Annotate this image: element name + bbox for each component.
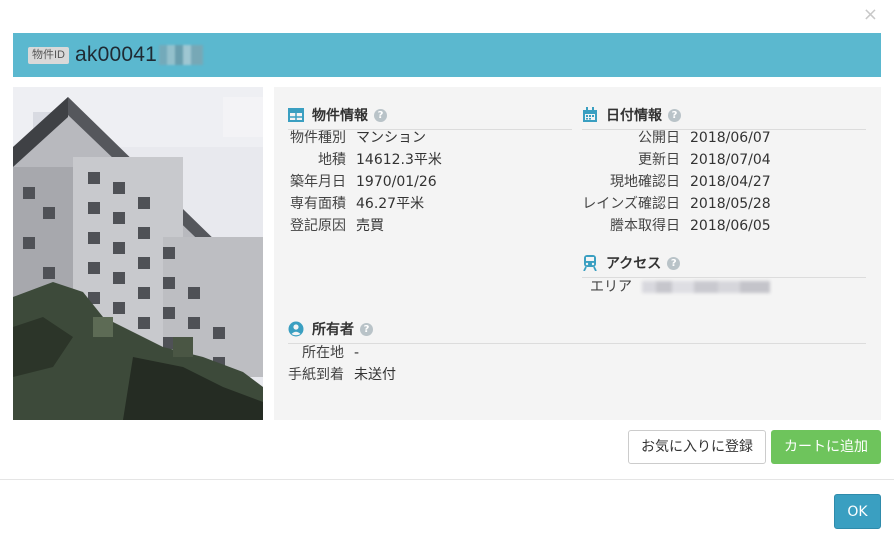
row-label: レインズ確認日 (582, 196, 680, 212)
help-icon[interactable]: ? (668, 108, 681, 122)
property-id-header: 物件ID ak00041 (13, 33, 881, 77)
row-value: 2018/05/28 (690, 196, 771, 212)
help-icon[interactable]: ? (360, 322, 373, 336)
info-row: エリア (580, 276, 770, 298)
row-label: 専有面積 (290, 196, 346, 212)
row-label: エリア (590, 279, 632, 295)
property-details-panel: 物件情報 ? 物件種別 マンション 地積 14612.3平米 築年月日 1970… (274, 87, 881, 420)
user-circle-icon (288, 321, 304, 337)
info-row: 物件種別 マンション (288, 127, 426, 149)
add-to-cart-button[interactable]: カートに追加 (771, 430, 881, 464)
row-label: 築年月日 (290, 174, 346, 190)
calendar-icon (583, 107, 597, 122)
row-value: 売買 (356, 218, 384, 234)
property-id: ak00041 (75, 43, 157, 66)
info-row: 現地確認日 2018/04/27 (580, 171, 771, 193)
row-value: 未送付 (354, 367, 396, 383)
owner-section-title: 所有者 ? (288, 319, 866, 344)
ok-button[interactable]: OK (834, 494, 881, 529)
row-value: 2018/07/04 (690, 152, 771, 168)
property-photo (13, 87, 263, 420)
info-row: 地積 14612.3平米 (288, 149, 442, 171)
row-value: 2018/06/07 (690, 130, 771, 146)
row-label: 地積 (318, 152, 346, 168)
access-section-title: アクセス ? (582, 253, 866, 278)
row-label: 物件種別 (290, 130, 346, 146)
train-icon (583, 255, 597, 271)
row-value: - (354, 345, 360, 361)
help-icon[interactable]: ? (667, 256, 681, 270)
section-title-text: 物件情報 (312, 108, 368, 124)
info-row: 更新日 2018/07/04 (580, 149, 771, 171)
info-row: 謄本取得日 2018/06/05 (580, 215, 771, 237)
area-value-redacted (642, 281, 770, 293)
property-id-redacted (158, 45, 203, 65)
row-value: 1970/01/26 (356, 174, 437, 190)
row-label: 更新日 (638, 152, 680, 168)
row-value: 14612.3平米 (356, 152, 442, 168)
table-icon (288, 108, 304, 122)
close-icon[interactable]: × (863, 6, 878, 24)
row-label: 現地確認日 (610, 174, 680, 190)
footer-divider (0, 479, 894, 480)
info-row: 登記原因 売買 (288, 215, 384, 237)
info-row: レインズ確認日 2018/05/28 (580, 193, 771, 215)
row-value: 46.27平米 (356, 196, 425, 212)
add-to-favorites-button[interactable]: お気に入りに登録 (628, 430, 766, 464)
section-title-text: アクセス (606, 256, 662, 272)
section-title-text: 所有者 (312, 322, 354, 338)
row-value: 2018/04/27 (690, 174, 771, 190)
help-icon[interactable]: ? (374, 108, 387, 122)
info-row: 手紙到着 未送付 (288, 364, 396, 386)
property-id-badge: 物件ID (28, 46, 69, 64)
info-row: 公開日 2018/06/07 (580, 127, 771, 149)
row-value: マンション (356, 130, 426, 146)
row-label: 謄本取得日 (610, 218, 680, 234)
row-label: 公開日 (638, 130, 680, 146)
row-value: 2018/06/05 (690, 218, 771, 234)
row-label: 登記原因 (290, 218, 346, 234)
info-row: 所在地 - (288, 342, 359, 364)
row-label: 所在地 (302, 345, 344, 361)
info-row: 築年月日 1970/01/26 (288, 171, 437, 193)
row-label: 手紙到着 (288, 367, 344, 383)
section-title-text: 日付情報 (606, 108, 662, 124)
info-row: 専有面積 46.27平米 (288, 193, 424, 215)
